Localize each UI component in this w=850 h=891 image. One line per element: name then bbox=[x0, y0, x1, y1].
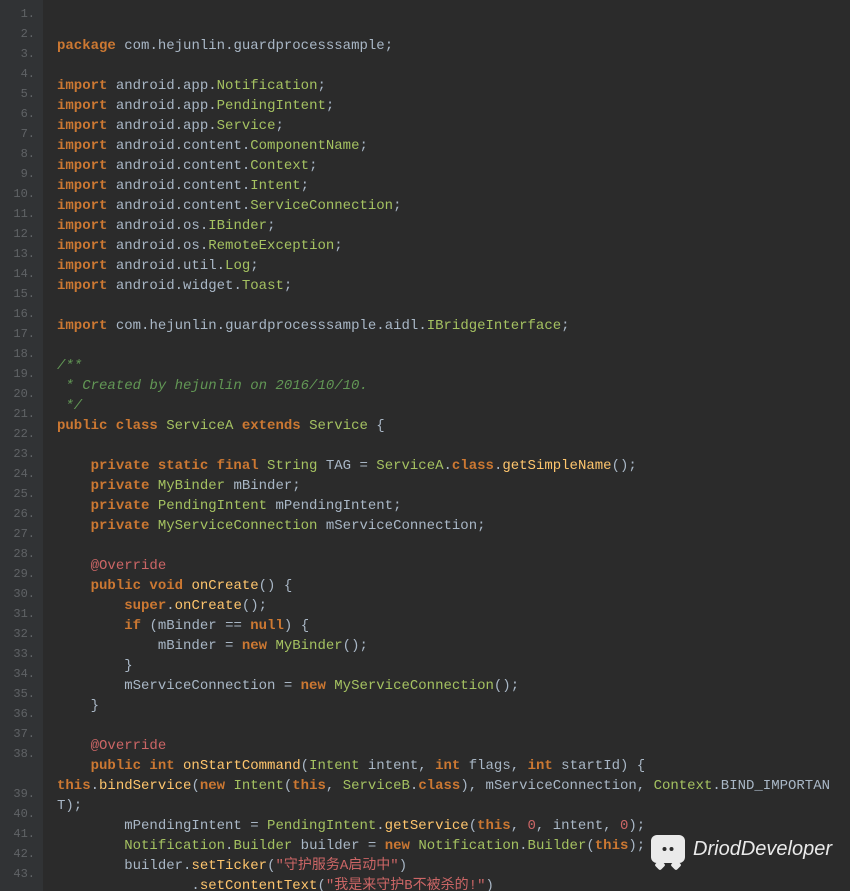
line-number: 16 bbox=[0, 304, 35, 324]
line-number: 27 bbox=[0, 524, 35, 544]
code-line[interactable]: private MyBinder mBinder; bbox=[57, 476, 850, 496]
code-line[interactable]: import android.content.Intent; bbox=[57, 176, 850, 196]
code-line[interactable]: import android.app.PendingIntent; bbox=[57, 96, 850, 116]
line-number: 25 bbox=[0, 484, 35, 504]
line-number: 11 bbox=[0, 204, 35, 224]
line-number: 38 bbox=[0, 744, 35, 784]
code-line[interactable]: builder.setTicker("守护服务A启动中") bbox=[57, 856, 850, 876]
code-line[interactable]: * Created by hejunlin on 2016/10/10. bbox=[57, 376, 850, 396]
line-number: 20 bbox=[0, 384, 35, 404]
line-number: 22 bbox=[0, 424, 35, 444]
code-line[interactable]: import android.util.Log; bbox=[57, 256, 850, 276]
line-number: 42 bbox=[0, 844, 35, 864]
line-number: 34 bbox=[0, 664, 35, 684]
line-number: 28 bbox=[0, 544, 35, 564]
code-area[interactable]: package com.hejunlin.guardprocesssample;… bbox=[43, 0, 850, 891]
code-line[interactable]: public class ServiceA extends Service { bbox=[57, 416, 850, 436]
code-line[interactable]: } bbox=[57, 696, 850, 716]
line-number: 14 bbox=[0, 264, 35, 284]
line-number: 18 bbox=[0, 344, 35, 364]
code-line[interactable]: mPendingIntent = PendingIntent.getServic… bbox=[57, 816, 850, 836]
code-line[interactable]: } bbox=[57, 656, 850, 676]
code-line[interactable] bbox=[57, 56, 850, 76]
line-number: 5 bbox=[0, 84, 35, 104]
line-number: 41 bbox=[0, 824, 35, 844]
line-number: 15 bbox=[0, 284, 35, 304]
line-number: 1 bbox=[0, 4, 35, 24]
code-line[interactable]: import android.app.Service; bbox=[57, 116, 850, 136]
code-line[interactable]: @Override bbox=[57, 736, 850, 756]
line-number: 3 bbox=[0, 44, 35, 64]
code-line[interactable]: private static final String TAG = Servic… bbox=[57, 456, 850, 476]
code-line[interactable] bbox=[57, 296, 850, 316]
code-line[interactable] bbox=[57, 436, 850, 456]
line-number: 31 bbox=[0, 604, 35, 624]
code-line[interactable]: import android.content.ComponentName; bbox=[57, 136, 850, 156]
line-number: 43 bbox=[0, 864, 35, 884]
code-line[interactable]: this.bindService(new Intent(this, Servic… bbox=[57, 776, 850, 816]
code-line[interactable]: mServiceConnection = new MyServiceConnec… bbox=[57, 676, 850, 696]
code-line[interactable]: package com.hejunlin.guardprocesssample; bbox=[57, 36, 850, 56]
code-line[interactable]: if (mBinder == null) { bbox=[57, 616, 850, 636]
code-line[interactable] bbox=[57, 336, 850, 356]
line-number: 36 bbox=[0, 704, 35, 724]
line-number: 19 bbox=[0, 364, 35, 384]
line-number: 33 bbox=[0, 644, 35, 664]
line-number: 37 bbox=[0, 724, 35, 744]
line-number: 29 bbox=[0, 564, 35, 584]
line-number: 26 bbox=[0, 504, 35, 524]
code-line[interactable]: import com.hejunlin.guardprocesssample.a… bbox=[57, 316, 850, 336]
line-number: 6 bbox=[0, 104, 35, 124]
line-number: 4 bbox=[0, 64, 35, 84]
line-number: 24 bbox=[0, 464, 35, 484]
line-number: 17 bbox=[0, 324, 35, 344]
code-line[interactable]: */ bbox=[57, 396, 850, 416]
code-editor: 1234567891011121314151617181920212223242… bbox=[0, 0, 850, 891]
code-line[interactable]: public void onCreate() { bbox=[57, 576, 850, 596]
line-number: 10 bbox=[0, 184, 35, 204]
code-line[interactable]: .setContentText("我是来守护B不被杀的!") bbox=[57, 876, 850, 891]
code-line[interactable]: import android.app.Notification; bbox=[57, 76, 850, 96]
line-number: 30 bbox=[0, 584, 35, 604]
code-line[interactable]: Notification.Builder builder = new Notif… bbox=[57, 836, 850, 856]
code-line[interactable]: /** bbox=[57, 356, 850, 376]
code-line[interactable]: import android.os.IBinder; bbox=[57, 216, 850, 236]
line-number: 32 bbox=[0, 624, 35, 644]
code-line[interactable]: mBinder = new MyBinder(); bbox=[57, 636, 850, 656]
code-line[interactable]: public int onStartCommand(Intent intent,… bbox=[57, 756, 850, 776]
code-line[interactable]: @Override bbox=[57, 556, 850, 576]
code-line[interactable]: import android.os.RemoteException; bbox=[57, 236, 850, 256]
line-number: 39 bbox=[0, 784, 35, 804]
code-line[interactable]: import android.content.Context; bbox=[57, 156, 850, 176]
code-line[interactable]: import android.content.ServiceConnection… bbox=[57, 196, 850, 216]
line-number: 40 bbox=[0, 804, 35, 824]
code-line[interactable]: super.onCreate(); bbox=[57, 596, 850, 616]
line-number: 8 bbox=[0, 144, 35, 164]
line-number: 12 bbox=[0, 224, 35, 244]
code-line[interactable]: import android.widget.Toast; bbox=[57, 276, 850, 296]
line-number: 13 bbox=[0, 244, 35, 264]
code-line[interactable] bbox=[57, 536, 850, 556]
code-line[interactable]: private MyServiceConnection mServiceConn… bbox=[57, 516, 850, 536]
line-number: 2 bbox=[0, 24, 35, 44]
line-number: 7 bbox=[0, 124, 35, 144]
gutter: 1234567891011121314151617181920212223242… bbox=[0, 0, 43, 891]
code-line[interactable]: private PendingIntent mPendingIntent; bbox=[57, 496, 850, 516]
line-number: 21 bbox=[0, 404, 35, 424]
line-number: 23 bbox=[0, 444, 35, 464]
line-number: 9 bbox=[0, 164, 35, 184]
code-line[interactable] bbox=[57, 716, 850, 736]
line-number: 35 bbox=[0, 684, 35, 704]
